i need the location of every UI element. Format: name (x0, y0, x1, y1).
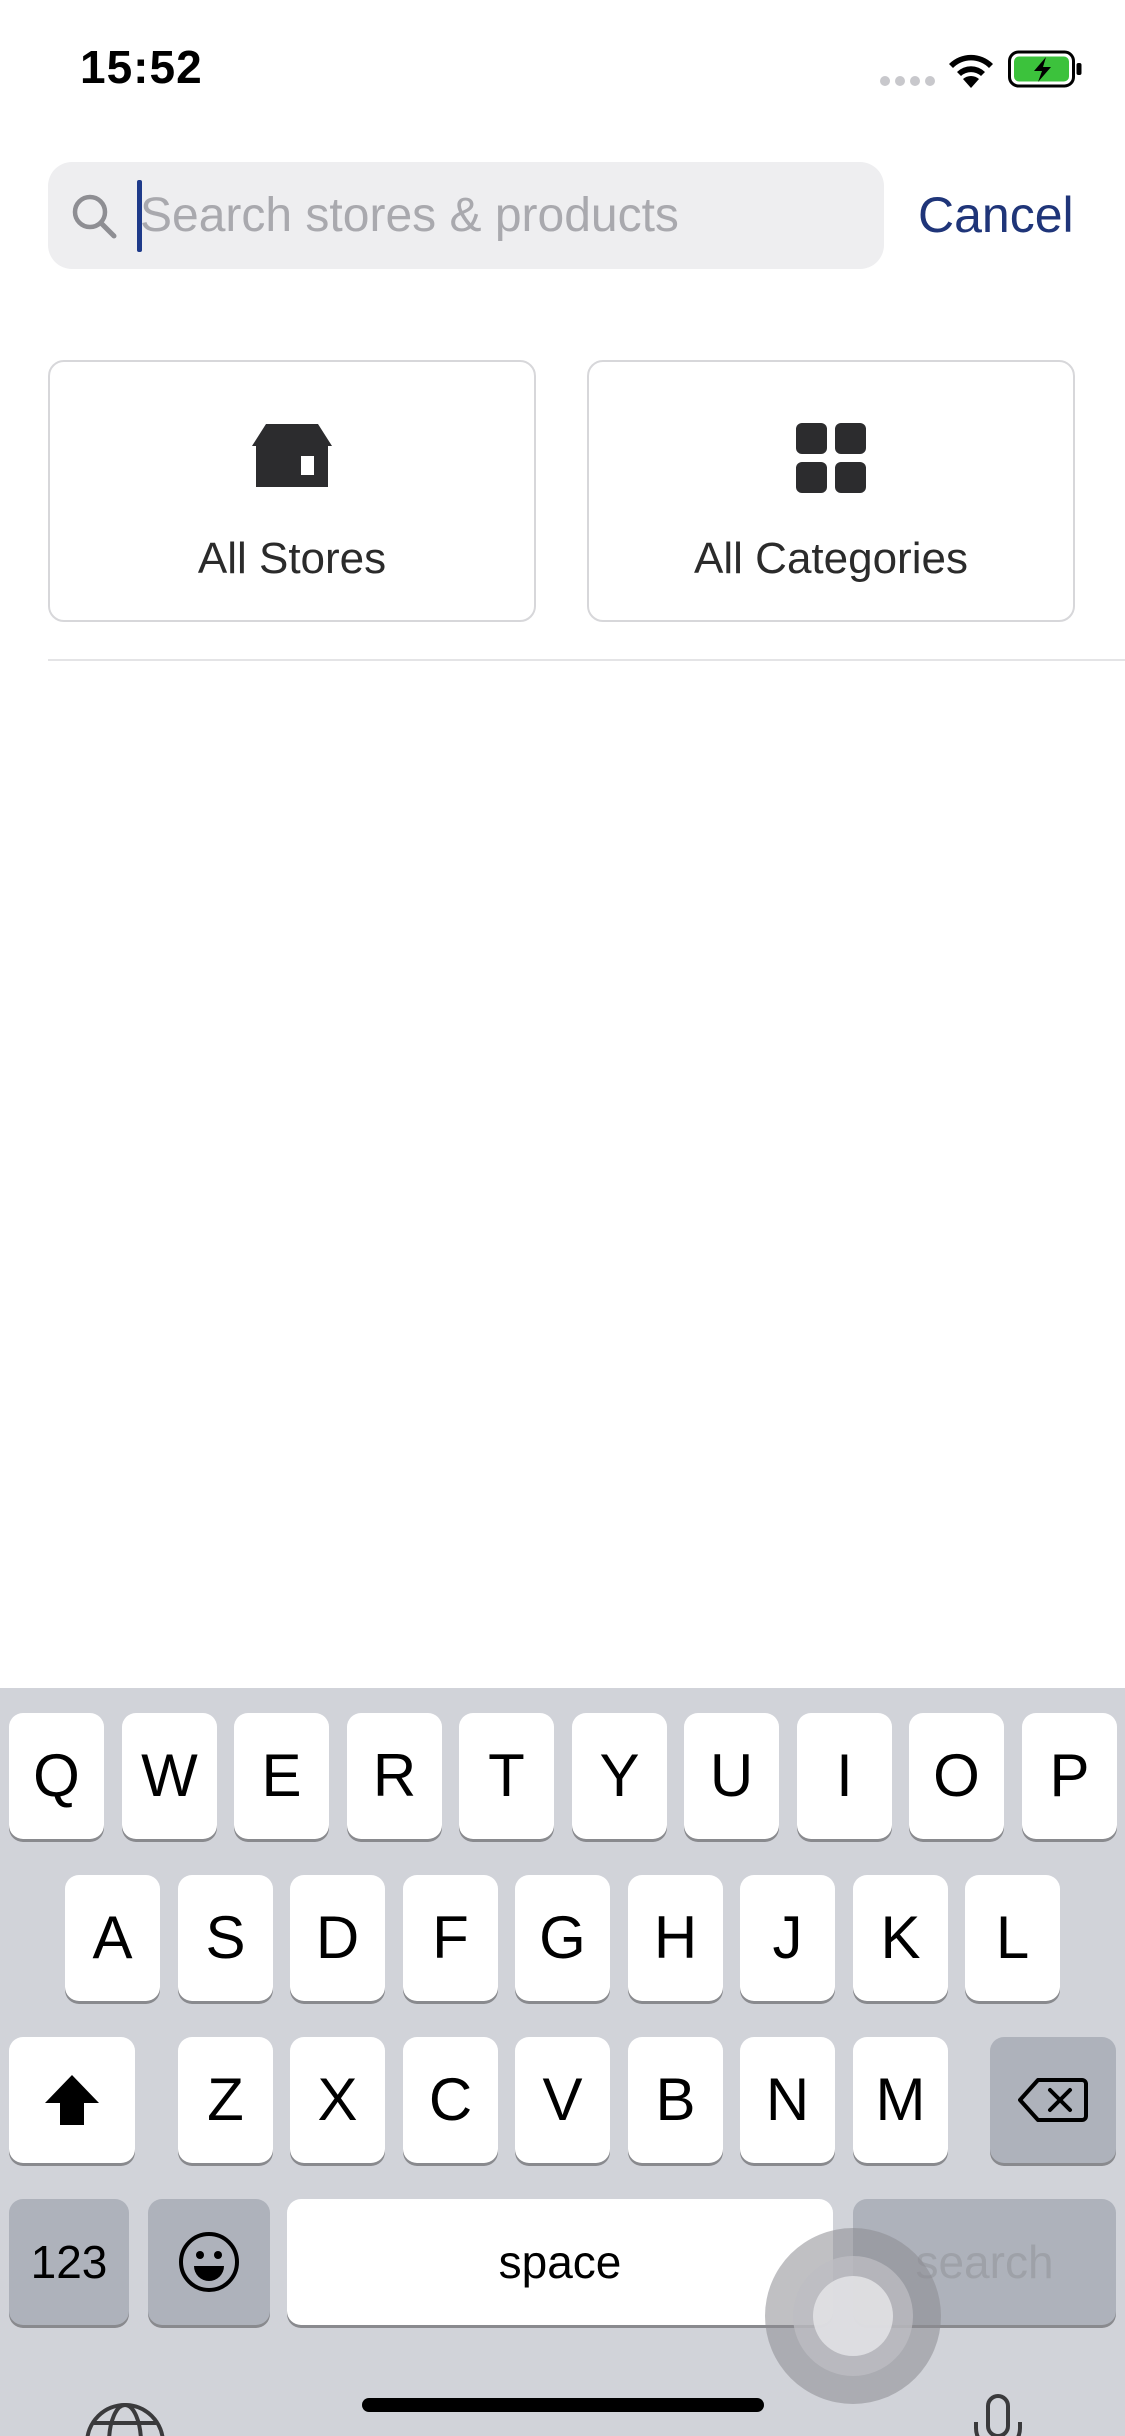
key-f[interactable]: F (403, 1875, 498, 2001)
search-bar[interactable] (48, 162, 884, 269)
key-n[interactable]: N (740, 2037, 835, 2163)
status-time: 15:52 (80, 41, 203, 93)
backspace-icon (1018, 2078, 1088, 2122)
key-h[interactable]: H (628, 1875, 723, 2001)
status-bar: 15:52 (0, 0, 1125, 135)
store-icon (252, 424, 332, 487)
key-j[interactable]: J (740, 1875, 835, 2001)
key-d[interactable]: D (290, 1875, 385, 2001)
shift-icon (45, 2075, 99, 2125)
all-categories-label: All Categories (694, 534, 968, 583)
key-w[interactable]: W (122, 1713, 217, 1839)
emoji-icon (179, 2232, 239, 2292)
battery-charging-icon (1008, 50, 1082, 88)
key-q[interactable]: Q (9, 1713, 104, 1839)
key-b[interactable]: B (628, 2037, 723, 2163)
grid-icon (796, 423, 866, 493)
assistive-touch-button[interactable] (765, 2228, 941, 2404)
space-key[interactable]: space (287, 2199, 833, 2325)
key-c[interactable]: C (403, 2037, 498, 2163)
key-a[interactable]: A (65, 1875, 160, 2001)
screen: 15:52 Cancel All Stores (0, 0, 1125, 2436)
microphone-icon[interactable] (968, 2392, 1028, 2436)
key-y[interactable]: Y (572, 1713, 667, 1839)
key-g[interactable]: G (515, 1875, 610, 2001)
key-r[interactable]: R (347, 1713, 442, 1839)
wifi-icon (949, 54, 993, 88)
keyboard: Q W E R T Y U I O P A S D F G H J K L Z … (0, 1688, 1125, 2436)
all-stores-card[interactable]: All Stores (48, 360, 536, 622)
search-input[interactable] (138, 162, 870, 269)
divider (48, 659, 1125, 661)
emoji-key[interactable] (148, 2199, 270, 2325)
key-o[interactable]: O (909, 1713, 1004, 1839)
all-categories-card[interactable]: All Categories (587, 360, 1075, 622)
cancel-button[interactable]: Cancel (918, 178, 1074, 252)
key-l[interactable]: L (965, 1875, 1060, 2001)
shift-key[interactable] (9, 2037, 135, 2163)
key-x[interactable]: X (290, 2037, 385, 2163)
home-indicator[interactable] (362, 2398, 764, 2412)
key-t[interactable]: T (459, 1713, 554, 1839)
key-i[interactable]: I (797, 1713, 892, 1839)
all-stores-label: All Stores (197, 534, 387, 583)
numbers-key[interactable]: 123 (9, 2199, 129, 2325)
key-k[interactable]: K (853, 1875, 948, 2001)
key-p[interactable]: P (1022, 1713, 1117, 1839)
key-z[interactable]: Z (178, 2037, 273, 2163)
key-m[interactable]: M (853, 2037, 948, 2163)
key-u[interactable]: U (684, 1713, 779, 1839)
cellular-signal-icon (880, 76, 936, 86)
key-v[interactable]: V (515, 2037, 610, 2163)
globe-icon[interactable] (80, 2398, 170, 2436)
key-e[interactable]: E (234, 1713, 329, 1839)
delete-key[interactable] (990, 2037, 1116, 2163)
key-s[interactable]: S (178, 1875, 273, 2001)
search-icon (72, 194, 117, 239)
